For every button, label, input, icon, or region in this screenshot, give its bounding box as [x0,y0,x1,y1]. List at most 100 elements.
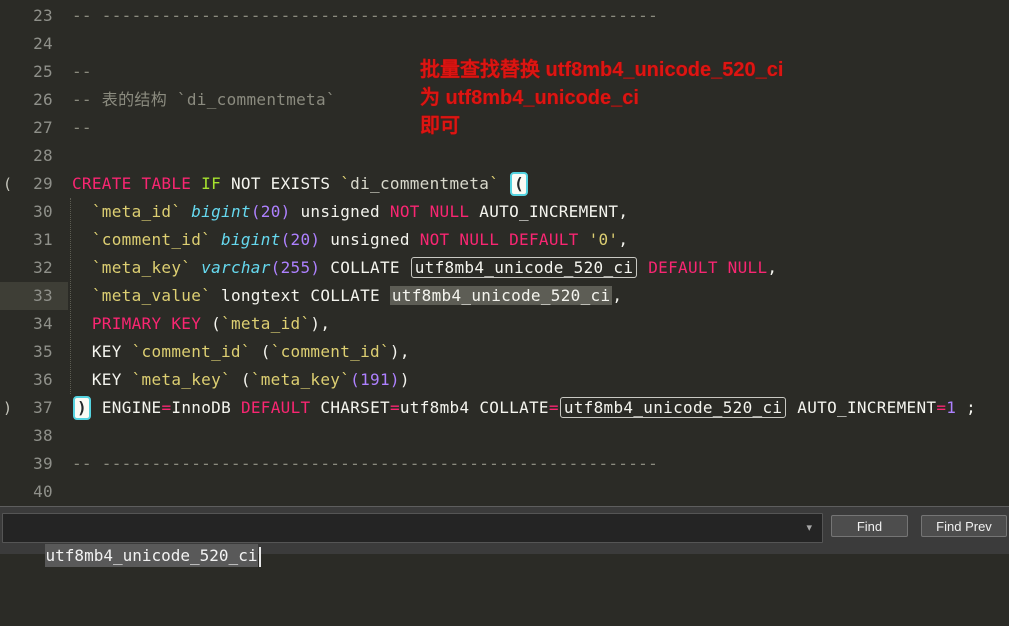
search-match: utf8mb4_unicode_520_ci [559,397,787,418]
brace-margin-indicator [0,226,19,254]
gutter: 30 [0,198,68,226]
code-line[interactable]: 28 [0,142,1009,170]
code-text: PRIMARY KEY (`meta_id`), [68,310,330,338]
code-token: bigint [221,230,281,249]
code-line[interactable]: (29 CREATE TABLE IF NOT EXISTS `di_commen… [0,170,1009,198]
find-button[interactable]: Find [831,515,908,537]
code-token: ) [399,370,410,389]
find-prev-button[interactable]: Find Prev [921,515,1007,537]
code-token: ( [230,370,251,389]
line-number[interactable]: 34 [19,310,68,338]
gutter: 33 [0,282,68,310]
gutter: 39 [0,450,68,478]
line-number[interactable]: 35 [19,338,68,366]
code-line[interactable]: ) 37) ENGINE=InnoDB DEFAULT CHARSET=utf8m… [0,394,1009,422]
code-token: 1 [946,398,957,417]
code-token: ` [340,174,351,193]
code-token: ` [489,174,500,193]
code-token: `meta_value` [91,286,212,305]
annotation-line-2: 为 utf8mb4_unicode_ci [420,87,639,109]
code-text: CREATE TABLE IF NOT EXISTS `di_commentme… [68,170,529,198]
line-number[interactable]: 27 [19,114,68,142]
code-token: DEFAULT [240,398,311,417]
gutter: 35 [0,338,68,366]
code-line[interactable]: 30 `meta_id` bigint(20) unsigned NOT NUL… [0,198,1009,226]
code-line[interactable]: 31 `comment_id` bigint(20) unsigned NOT … [0,226,1009,254]
brace-margin-indicator [0,142,19,170]
bracket-match-highlight: ( [510,172,529,196]
line-number[interactable]: 36 [19,366,68,394]
code-token: `comment_id` [270,342,390,361]
code-token: KEY [72,370,132,389]
code-line[interactable]: 39 -- -----------------------------------… [0,450,1009,478]
code-token: `meta_id` [91,202,182,221]
code-token: '0' [588,230,619,249]
line-number[interactable]: 38 [19,422,68,450]
gutter: 38 [0,422,68,450]
search-match: utf8mb4_unicode_520_ci [389,286,613,305]
code-editor[interactable]: 23 -- -----------------------------------… [0,0,1009,506]
code-token: unsigned [320,230,420,249]
code-token: = [548,398,559,417]
code-text: ) ENGINE=InnoDB DEFAULT CHARSET=utf8mb4 … [68,394,976,422]
brace-margin-indicator [0,2,19,30]
code-token: `comment_id` [91,230,212,249]
code-line[interactable]: 23 -- -----------------------------------… [0,2,1009,30]
code-token: ENGINE [91,398,162,417]
find-input-selected-text: utf8mb4_unicode_520_ci [44,544,259,567]
code-line[interactable]: 36 KEY `meta_key` (`meta_key`(191)) [0,366,1009,394]
code-token: ( [250,342,271,361]
line-number[interactable]: 40 [19,478,68,506]
bracket-match-highlight: ) [73,396,91,420]
line-number[interactable]: 33 [19,282,68,310]
code-text: KEY `comment_id` (`comment_id`), [68,338,410,366]
brace-margin-indicator [0,310,19,338]
line-number[interactable]: 30 [19,198,68,226]
code-token: ( [201,314,222,333]
code-line[interactable]: 24 [0,30,1009,58]
code-token: ), [310,314,331,333]
code-line[interactable]: 35 KEY `comment_id` (`comment_id`), [0,338,1009,366]
code-token: CHARSET [310,398,390,417]
line-number[interactable]: 26 [19,86,68,114]
code-token: ; [956,398,977,417]
gutter: 40 [0,478,68,506]
brace-margin-indicator [0,114,19,142]
code-text: `meta_key` varchar(255) COLLATE utf8mb4_… [68,254,777,282]
code-token: -- [72,62,92,81]
annotation-line-1: 批量查找替换 utf8mb4_unicode_520_ci [420,59,784,81]
code-token: (191) [350,370,400,389]
gutter: 31 [0,226,68,254]
dropdown-arrow-icon[interactable]: ▾ [806,514,812,542]
line-number[interactable]: 31 [19,226,68,254]
code-line[interactable]: 34 PRIMARY KEY (`meta_id`), [0,310,1009,338]
line-number[interactable]: 37 [19,394,68,422]
gutter: (29 [0,170,68,198]
code-line[interactable]: 33 `meta_value` longtext COLLATE utf8mb4… [0,282,1009,310]
code-line[interactable]: 38 [0,422,1009,450]
line-number[interactable]: 39 [19,450,68,478]
line-number[interactable]: 23 [19,2,68,30]
code-token: PRIMARY KEY [91,314,202,333]
brace-margin-indicator [0,198,19,226]
line-number[interactable]: 28 [19,142,68,170]
line-number[interactable]: 24 [19,30,68,58]
code-line[interactable]: 40 [0,478,1009,506]
line-number[interactable]: 25 [19,58,68,86]
find-input[interactable]: utf8mb4_unicode_520_ci ▾ [2,513,823,567]
line-number[interactable]: 32 [19,254,68,282]
code-line[interactable]: 32 `meta_key` varchar(255) COLLATE utf8m… [0,254,1009,282]
line-number[interactable]: 29 [19,170,68,198]
code-text: -- -------------------------------------… [68,2,658,30]
brace-margin-indicator: ( [3,175,13,193]
find-bar: utf8mb4_unicode_520_ci ▾ Find Find Prev [0,506,1009,567]
